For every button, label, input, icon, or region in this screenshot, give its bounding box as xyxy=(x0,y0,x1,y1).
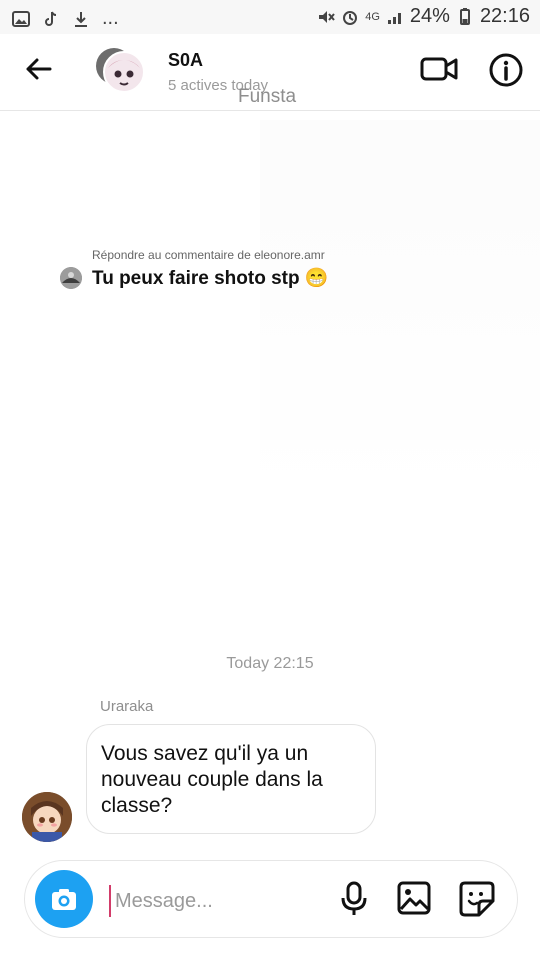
microphone-icon[interactable] xyxy=(339,881,369,917)
tiktok-icon xyxy=(45,11,57,26)
avatar-stack-icon xyxy=(96,48,145,93)
sender-name: Uraraka xyxy=(100,698,154,715)
back-arrow-icon[interactable] xyxy=(24,54,54,84)
message-bubble[interactable]: Vous savez qu'il ya un nouveau couple da… xyxy=(86,724,376,834)
message-input[interactable] xyxy=(109,885,317,917)
message-timestamp: Today 22:15 xyxy=(226,655,314,672)
battery-icon xyxy=(459,7,470,25)
info-icon[interactable] xyxy=(488,52,524,88)
status-time: 22:16 xyxy=(479,5,530,27)
funsta-overlay: Funsta xyxy=(238,86,297,107)
download-icon xyxy=(75,11,87,27)
camera-button[interactable] xyxy=(35,870,93,928)
signal-icon xyxy=(387,12,401,24)
status-right: 4G 24% 22:16 xyxy=(317,5,530,28)
reply-context-label: Répondre au commentaire de eleonore.amr xyxy=(92,248,325,262)
reply-avatar xyxy=(60,267,82,289)
sender-avatar-image-icon xyxy=(22,792,72,842)
chat-header: S0A 5 actives today Funsta xyxy=(0,34,540,111)
reply-message[interactable]: Tu peux faire shoto stp 😁 xyxy=(60,266,329,290)
camera-icon xyxy=(52,889,76,910)
mute-icon xyxy=(319,10,335,23)
background-shadow xyxy=(260,120,540,500)
status-bar: ... 4G 24% 22:16 xyxy=(0,0,540,34)
network-label: 4G xyxy=(365,10,380,23)
message-composer xyxy=(24,860,518,938)
status-more: ... xyxy=(102,7,119,29)
status-left: ... xyxy=(12,7,119,30)
sender-avatar[interactable] xyxy=(22,792,72,842)
chat-title[interactable]: S0A xyxy=(168,50,203,71)
video-call-icon[interactable] xyxy=(420,54,458,84)
battery-percent: 24% xyxy=(409,5,450,27)
reply-text: Tu peux faire shoto stp 😁 xyxy=(92,268,329,289)
alarm-icon xyxy=(343,10,358,25)
group-avatar[interactable] xyxy=(94,46,150,96)
image-icon xyxy=(12,10,30,27)
sticker-icon[interactable] xyxy=(459,881,495,917)
reply-avatar-image-icon xyxy=(60,267,82,289)
gallery-icon[interactable] xyxy=(397,881,431,915)
